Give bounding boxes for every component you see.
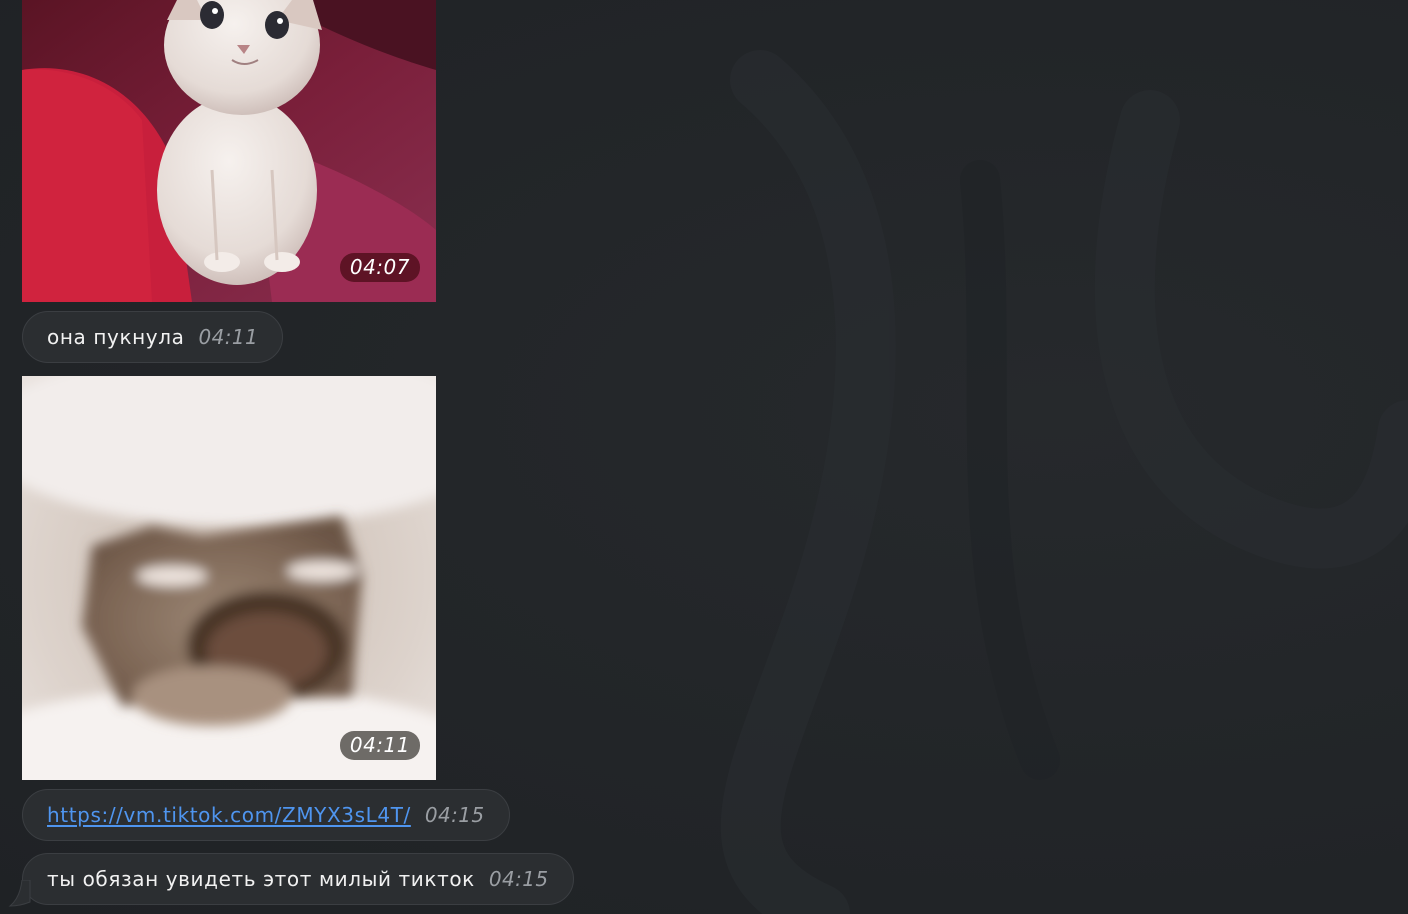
tiktok-link[interactable]: https://vm.tiktok.com/ZMYX3sL4T/ bbox=[47, 803, 411, 827]
message-text: она пукнула bbox=[47, 325, 185, 349]
message-text: ты обязан увидеть этот милый тикток bbox=[47, 867, 475, 891]
bubble-tail-icon bbox=[8, 880, 31, 907]
chat-view: 04:07 она пукнула 04:11 04:11 https://vm… bbox=[0, 0, 1408, 914]
link-message[interactable]: https://vm.tiktok.com/ZMYX3sL4T/ 04:15 bbox=[22, 789, 510, 841]
message-time: 04:07 bbox=[339, 253, 420, 282]
photo-message-kitten[interactable]: 04:07 bbox=[22, 0, 436, 302]
crying-cat-photo bbox=[22, 376, 436, 780]
message-time: 04:11 bbox=[198, 325, 259, 349]
message-time: 04:15 bbox=[424, 803, 485, 827]
photo-message-crying-cat[interactable]: 04:11 bbox=[22, 376, 436, 780]
text-message[interactable]: ты обязан увидеть этот милый тикток 04:1… bbox=[22, 853, 574, 905]
message-time: 04:11 bbox=[339, 731, 420, 760]
message-time: 04:15 bbox=[488, 867, 549, 891]
text-message[interactable]: она пукнула 04:11 bbox=[22, 311, 284, 363]
